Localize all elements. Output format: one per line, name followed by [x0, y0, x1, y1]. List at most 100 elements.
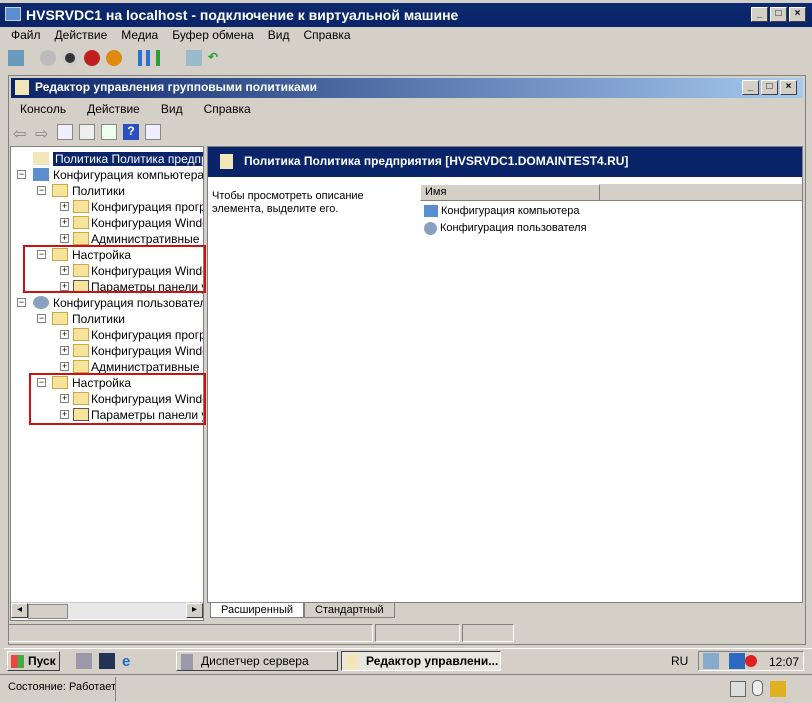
network-icon[interactable]	[729, 653, 745, 669]
list-item-label: Конфигурация компьютера	[441, 205, 580, 217]
gpme-minimize-button[interactable]: _	[742, 80, 759, 95]
tree-node[interactable]: + Конфигурация програ	[11, 199, 204, 215]
collapse-icon[interactable]: −	[17, 298, 26, 307]
menu-view[interactable]: Вид	[261, 28, 297, 42]
turn-off-icon[interactable]	[62, 50, 78, 66]
help-icon[interactable]: ?	[123, 124, 139, 140]
server-manager-quicklaunch-icon[interactable]	[76, 653, 92, 669]
tree-node-label: Политика Политика предприяти	[53, 152, 203, 166]
minimize-button[interactable]: _	[751, 7, 768, 22]
folder-icon	[73, 200, 89, 213]
tree-node[interactable]: + Конфигурация Window	[11, 343, 203, 359]
start-label: Пуск	[28, 654, 56, 668]
menu-help[interactable]: Справка	[190, 102, 258, 116]
close-button[interactable]: ×	[789, 7, 806, 22]
collapse-icon[interactable]: −	[17, 170, 26, 179]
status-panel	[8, 624, 373, 642]
start-button[interactable]: Пуск	[7, 651, 60, 671]
menu-media[interactable]: Медиа	[114, 28, 165, 42]
list-item-label: Конфигурация пользователя	[440, 222, 587, 234]
tree-node[interactable]: + Конфигурация програ	[11, 327, 204, 343]
save-icon[interactable]	[106, 50, 122, 66]
resume-icon[interactable]	[156, 50, 170, 66]
ctrl-alt-del-icon[interactable]	[8, 50, 24, 66]
collapse-icon[interactable]: −	[37, 314, 46, 323]
tray-app-icon[interactable]	[703, 653, 719, 669]
maximize-button[interactable]: □	[770, 7, 787, 22]
taskbar-button-label: Редактор управлени...	[366, 654, 499, 668]
expand-icon[interactable]: +	[60, 330, 69, 339]
folder-icon	[73, 232, 89, 245]
tree-node[interactable]: + Конфигурация Window	[11, 215, 203, 231]
gpme-title: Редактор управления групповыми политикам…	[35, 80, 317, 94]
properties-icon[interactable]	[79, 124, 95, 140]
computer-icon	[424, 205, 438, 217]
show-tree-icon[interactable]	[57, 124, 73, 140]
tree-node-label: Административные ш	[91, 232, 204, 246]
expand-icon[interactable]: +	[60, 234, 69, 243]
gpme-close-button[interactable]: ×	[780, 80, 797, 95]
menu-clipboard[interactable]: Буфер обмена	[165, 28, 261, 42]
scroll-icon	[15, 80, 29, 95]
lock-icon	[770, 681, 786, 697]
scroll-thumb[interactable]	[28, 604, 68, 619]
menu-view[interactable]: Вид	[147, 102, 190, 116]
snapshot-icon[interactable]	[186, 50, 202, 66]
action-pane-icon[interactable]	[145, 124, 161, 140]
list-item[interactable]: Конфигурация компьютера	[424, 203, 579, 219]
vm-status: Состояние: Работает	[8, 681, 117, 693]
expand-icon[interactable]: +	[60, 362, 69, 371]
highlight-box	[29, 373, 206, 425]
scroll-left-button[interactable]: ◂	[11, 603, 28, 618]
forward-icon[interactable]: ⇨	[35, 124, 51, 143]
language-indicator[interactable]: RU	[671, 654, 688, 668]
tree-node-label: Политики	[72, 184, 125, 198]
start-icon[interactable]	[40, 50, 56, 66]
clock[interactable]: 12:07	[769, 655, 799, 669]
internet-explorer-icon[interactable]: e	[122, 653, 138, 670]
tree-node-label: Конфигурация програ	[91, 200, 204, 214]
expand-icon[interactable]: +	[60, 218, 69, 227]
expand-icon[interactable]: +	[60, 346, 69, 355]
scroll-right-button[interactable]: ▸	[186, 603, 203, 618]
menu-action[interactable]: Действие	[48, 28, 115, 42]
view-tabs: Расширенный Стандартный	[210, 603, 395, 618]
tab-standard[interactable]: Стандартный	[304, 603, 395, 618]
tree-node[interactable]: − Политики	[11, 183, 203, 199]
vm-menu: Файл Действие Медиа Буфер обмена Вид Справка	[4, 28, 358, 42]
pause-icon[interactable]	[138, 50, 150, 66]
scroll-icon	[220, 154, 233, 169]
menu-file[interactable]: Файл	[4, 28, 48, 42]
menu-help[interactable]: Справка	[296, 28, 357, 42]
gpme-maximize-button[interactable]: □	[761, 80, 778, 95]
tree-node-label: Конфигурация Window	[91, 216, 203, 230]
collapse-icon[interactable]: −	[37, 186, 46, 195]
tab-extended[interactable]: Расширенный	[210, 603, 304, 618]
back-icon[interactable]: ⇦	[13, 124, 29, 143]
tree-node-label: Политики	[72, 312, 125, 326]
gpme-toolbar: ⇦ ⇨ ?	[13, 124, 161, 143]
tree-node[interactable]: − Политики	[11, 311, 203, 327]
tree-node[interactable]: − Конфигурация компьютера	[11, 167, 203, 183]
tree-node[interactable]: − Конфигурация пользователя	[11, 295, 204, 311]
tree-node-label: Конфигурация Window	[91, 344, 203, 358]
tree-node[interactable]: Политика Политика предприяти	[11, 151, 203, 167]
system-tray: 12:07	[698, 651, 804, 671]
revert-icon[interactable]: ↶	[208, 50, 224, 66]
folder-icon	[52, 312, 68, 325]
taskbar-button-gpme[interactable]: Редактор управлени...	[341, 651, 501, 671]
powershell-quicklaunch-icon[interactable]	[99, 653, 115, 669]
server-icon	[181, 654, 193, 670]
menu-action[interactable]: Действие	[73, 102, 147, 116]
tree-hscrollbar[interactable]: ◂ ▸	[11, 602, 203, 619]
list-item[interactable]: Конфигурация пользователя	[424, 220, 587, 236]
taskbar-button-server-manager[interactable]: Диспетчер сервера	[176, 651, 338, 671]
shutdown-icon[interactable]	[84, 50, 100, 66]
column-header-name[interactable]: Имя	[420, 184, 600, 201]
export-list-icon[interactable]	[101, 124, 117, 140]
tree-node-label: Конфигурация програ	[91, 328, 204, 342]
expand-icon[interactable]: +	[60, 202, 69, 211]
tree-node-label: Конфигурация пользователя	[53, 296, 204, 310]
volume-muted-icon[interactable]	[745, 655, 757, 667]
menu-console[interactable]: Консоль	[13, 102, 73, 116]
